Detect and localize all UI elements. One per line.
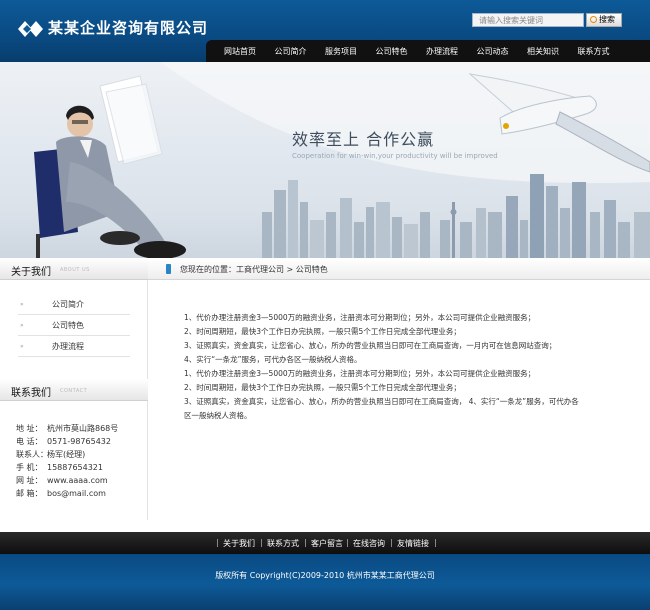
search-button[interactable]: 搜索 bbox=[586, 13, 622, 27]
separator: | bbox=[260, 538, 263, 547]
sidebar-item-label: 公司简介 bbox=[52, 300, 84, 309]
location-icon bbox=[166, 264, 171, 274]
breadcrumb-label: 您现在的位置：工商代理公司 > 公司特色 bbox=[180, 265, 328, 274]
city-skyline bbox=[262, 174, 650, 258]
nav-item-contact[interactable]: 联系方式 bbox=[578, 46, 629, 57]
sidebar-item-label: 公司特色 bbox=[52, 321, 84, 330]
banner-title: 效率至上 合作公赢 bbox=[292, 130, 435, 149]
banner-subtitle: Cooperation for win-win,your productivit… bbox=[292, 152, 498, 160]
content-line: 3、证照真实，资金真实，让您省心、放心，所办的营业执照当日即可在工商局查询， 4… bbox=[184, 397, 579, 406]
nav-item-home[interactable]: 网站首页 bbox=[224, 46, 275, 57]
about-title-en: ABOUT US bbox=[60, 267, 90, 273]
nav-item-about[interactable]: 公司简介 bbox=[275, 46, 326, 57]
sidebar-item-intro[interactable]: » 公司简介 bbox=[18, 295, 130, 315]
contact-title-en: CONTACT bbox=[60, 388, 88, 394]
double-arrow-icon: » bbox=[20, 343, 24, 350]
company-name: 某某企业咨询有限公司 bbox=[48, 19, 209, 37]
separator: | bbox=[434, 538, 437, 547]
footer-link-about[interactable]: 关于我们 bbox=[223, 538, 255, 549]
sidebar-item-label: 办理流程 bbox=[52, 342, 84, 351]
contact-phone: 电 话： 0571-98765432 bbox=[16, 437, 111, 446]
footer-links: | 关于我们 | 联系方式 | 客户留言 | 在线咨询 | 友情链接 | bbox=[0, 532, 650, 554]
content-line: 2、时间周期短，最快3个工作日办完执照，一般只需5个工作日完成全部代理业务； bbox=[184, 383, 461, 392]
double-arrow-icon: » bbox=[20, 301, 24, 308]
content-line: 2、时间周期短，最快3个工作日办完执照，一般只需5个工作日完成全部代理业务； bbox=[184, 327, 461, 336]
site-header: 某某企业咨询有限公司 请输入搜索关键词 搜索 网站首页 公司简介 服务项目 公司… bbox=[0, 0, 650, 62]
double-arrow-icon: » bbox=[20, 322, 24, 329]
footer-link-contact[interactable]: 联系方式 bbox=[267, 538, 299, 549]
contact-person: 联系人：杨军(经理) bbox=[16, 450, 86, 459]
search-input[interactable]: 请输入搜索关键词 bbox=[472, 13, 584, 27]
separator: | bbox=[346, 538, 349, 547]
copyright: 版权所有 Copyright(C)2009-2010 杭州市某某工商代理公司 bbox=[215, 571, 435, 580]
search-button-label: 搜索 bbox=[599, 15, 615, 24]
sidebar-item-features[interactable]: » 公司特色 bbox=[18, 316, 130, 336]
nav-item-news[interactable]: 公司动态 bbox=[477, 46, 528, 57]
logo-icon bbox=[18, 21, 43, 37]
separator: | bbox=[304, 538, 307, 547]
sidebar-item-process[interactable]: » 办理流程 bbox=[18, 337, 130, 357]
nav-item-process[interactable]: 办理流程 bbox=[426, 46, 477, 57]
breadcrumb: 您现在的位置：工商代理公司 > 公司特色 bbox=[148, 258, 650, 280]
sidebar: 关于我们 ABOUT US » 公司简介 » 公司特色 » 办理流程 联系我们 … bbox=[0, 258, 148, 520]
content-line: 3、证照真实，资金真实，让您省心、放心，所办的营业执照当日即可在工商局查询，一月… bbox=[184, 341, 557, 350]
separator: | bbox=[390, 538, 393, 547]
contact-address: 地 址： 杭州市莫山路868号 bbox=[16, 424, 119, 433]
separator: | bbox=[216, 538, 219, 547]
document-sheets bbox=[99, 75, 163, 165]
contact-mobile: 手 机： 15887654321 bbox=[16, 463, 103, 472]
footer-link-consult[interactable]: 在线咨询 bbox=[353, 538, 385, 549]
content-line: 区一般纳税人资格。 bbox=[184, 411, 252, 420]
search-icon bbox=[590, 16, 597, 23]
contact-email[interactable]: 邮 箱： bos@mail.com bbox=[16, 488, 106, 499]
nav-item-services[interactable]: 服务项目 bbox=[325, 46, 376, 57]
nav-item-knowledge[interactable]: 相关知识 bbox=[527, 46, 578, 57]
contact-header: 联系我们 CONTACT bbox=[0, 379, 148, 401]
main-nav: 网站首页 公司简介 服务项目 公司特色 办理流程 公司动态 相关知识 联系方式 bbox=[206, 40, 650, 62]
contact-title: 联系我们 bbox=[11, 388, 51, 399]
about-title: 关于我们 bbox=[11, 267, 51, 278]
banner: 效率至上 合作公赢 Cooperation for win-win,your p… bbox=[0, 62, 650, 258]
about-header: 关于我们 ABOUT US bbox=[0, 258, 148, 280]
nav-item-features[interactable]: 公司特色 bbox=[376, 46, 427, 57]
footer-link-friends[interactable]: 友情链接 bbox=[397, 538, 429, 549]
content-line: 4、实行“一条龙”服务，可代办各区一般纳税人资格。 bbox=[184, 355, 362, 364]
banner-illustration bbox=[34, 62, 650, 258]
footer: 版权所有 Copyright(C)2009-2010 杭州市某某工商代理公司 bbox=[0, 554, 650, 610]
content-line: 1、代价办理注册资金3—5000万的融资业务，注册资本可分期到位；另外，本公司可… bbox=[184, 313, 536, 322]
contact-website[interactable]: 网 址： www.aaaa.com bbox=[16, 475, 108, 486]
footer-link-message[interactable]: 客户留言 bbox=[311, 538, 343, 549]
content-line: 1、代价办理注册资金3—5000万的融资业务，注册资本可分期到位；另外，本公司可… bbox=[184, 369, 536, 378]
